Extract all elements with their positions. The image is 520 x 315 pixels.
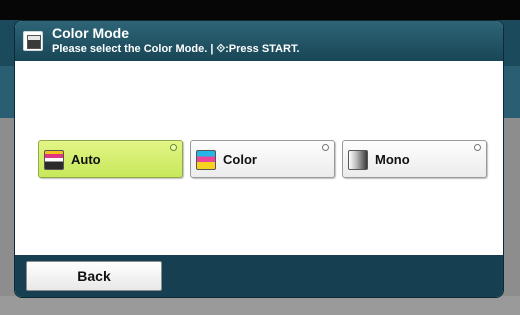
- mono-selected-indicator: [474, 144, 481, 151]
- color-mode-label: Color: [223, 152, 257, 167]
- mono-mode-label: Mono: [375, 152, 410, 167]
- color-mode-icon: [23, 31, 43, 51]
- color-selected-indicator: [322, 144, 329, 151]
- auto-selected-indicator: [170, 144, 177, 151]
- background-footer: [0, 296, 520, 315]
- auto-mode-label: Auto: [71, 152, 101, 167]
- color-icon: [196, 150, 216, 170]
- back-button[interactable]: Back: [26, 261, 162, 291]
- auto-color-icon: [44, 150, 64, 170]
- mono-icon: [348, 150, 368, 170]
- color-mode-dialog: Color Mode Please select the Color Mode.…: [15, 21, 503, 297]
- auto-mode-button[interactable]: Auto: [38, 140, 183, 178]
- color-mode-button[interactable]: Color: [190, 140, 335, 178]
- background-top: [0, 0, 520, 20]
- dialog-title: Color Mode: [52, 25, 129, 41]
- dialog-footer: Back: [15, 255, 503, 297]
- dialog-subtitle: Please select the Color Mode. | ⟐:Press …: [52, 43, 300, 55]
- dialog-title-bar: Color Mode Please select the Color Mode.…: [15, 21, 503, 61]
- mono-mode-button[interactable]: Mono: [342, 140, 487, 178]
